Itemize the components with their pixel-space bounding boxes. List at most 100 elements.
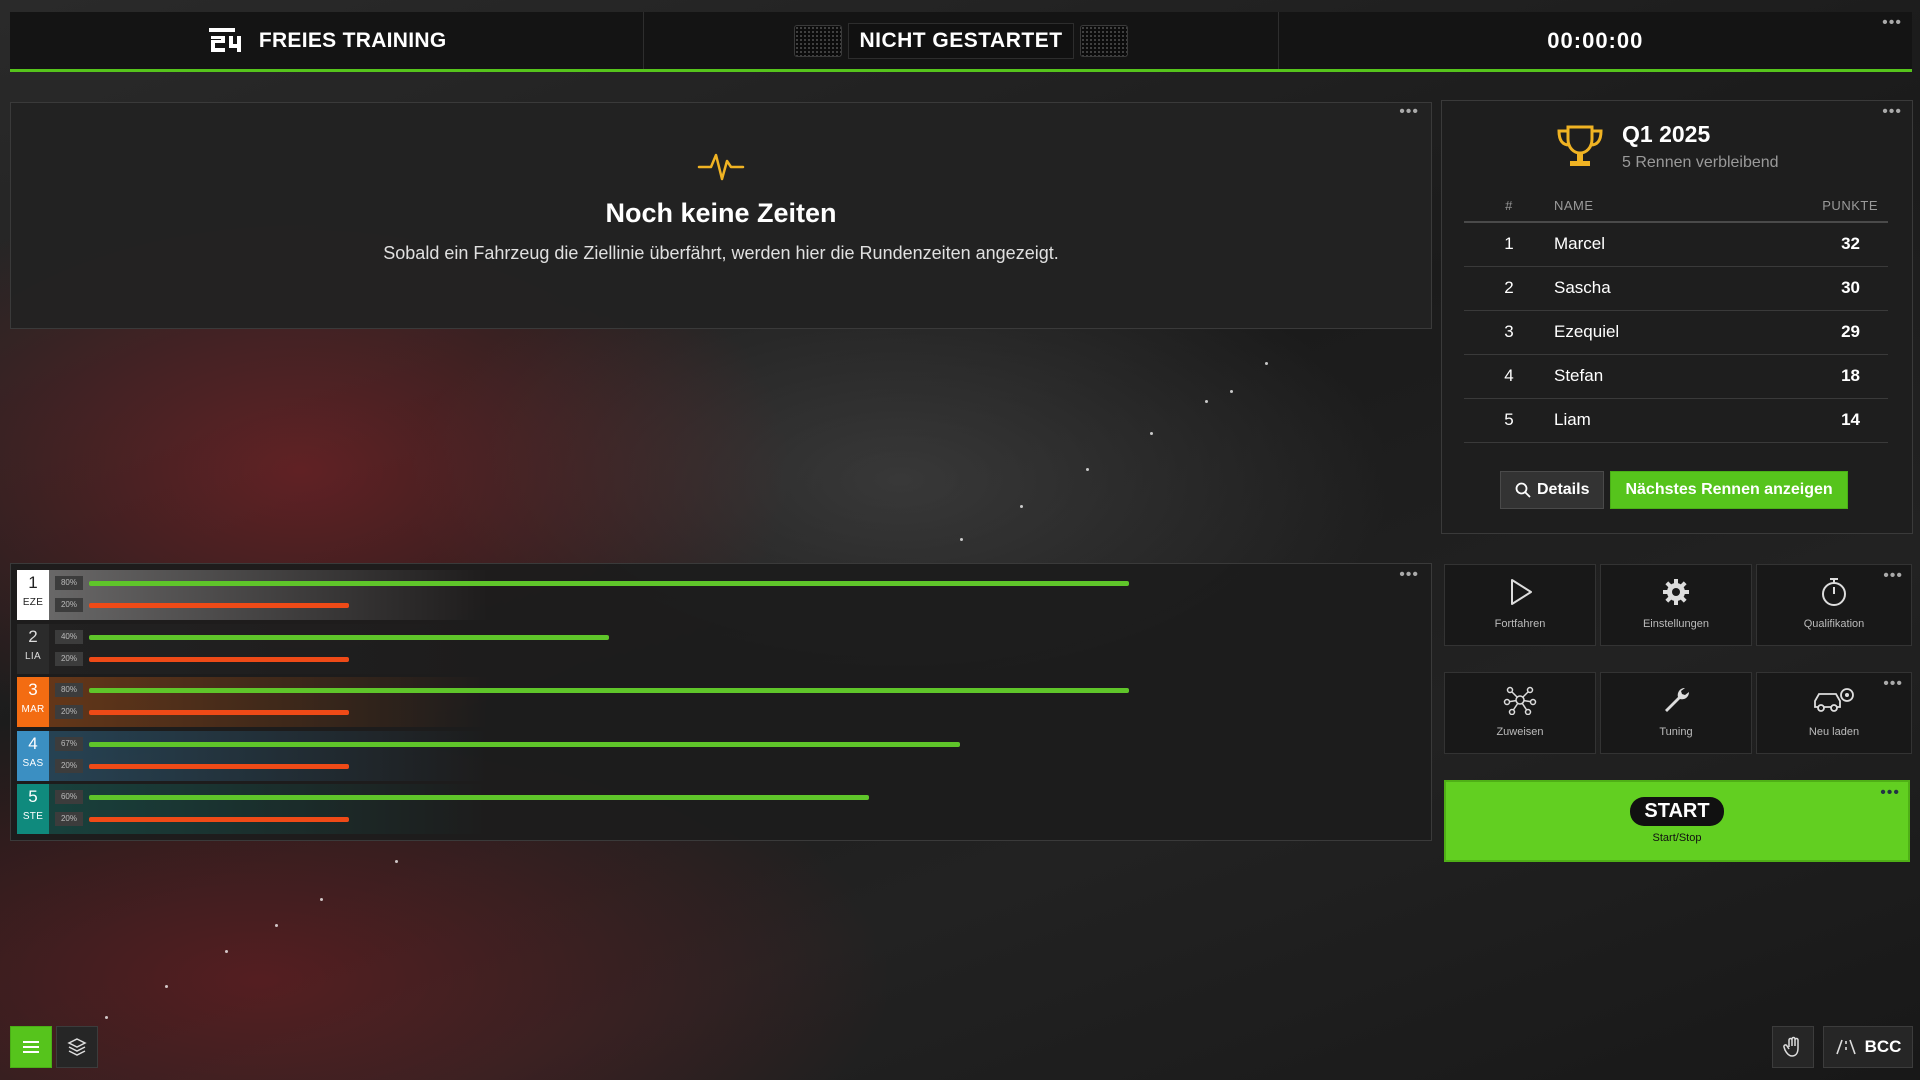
track-light	[960, 538, 963, 541]
driver-progress-panel: ••• 1 EZE 80% 20% 2 LIA 40% 20% 3 MAR 80% 20% 4 SAS 67…	[10, 563, 1432, 841]
settings-label: Einstellungen	[1642, 618, 1710, 630]
red-percent-label: 20%	[55, 758, 83, 773]
more-options-icon[interactable]: •••	[1883, 568, 1903, 584]
row-name: Marcel	[1554, 222, 1721, 267]
start-stop-button[interactable]: ••• START Start/Stop	[1444, 780, 1910, 862]
track-light	[165, 985, 168, 988]
more-options-icon[interactable]: •••	[1883, 676, 1903, 692]
driver-position: 2	[28, 626, 38, 646]
driver-row: 4 SAS 67% 20%	[17, 730, 1417, 781]
track-light	[1230, 390, 1233, 393]
green-progress-fill	[89, 795, 869, 800]
driver-code: EZE	[22, 597, 44, 608]
driver-position-badge: 1 EZE	[17, 570, 49, 620]
details-button[interactable]: Details	[1500, 471, 1605, 509]
row-name: Stefan	[1554, 354, 1721, 399]
driver-code: SAS	[22, 757, 44, 769]
red-progress-fill	[89, 817, 349, 822]
red-progress-fill	[89, 763, 349, 769]
driver-row: 1 EZE 80% 20%	[17, 570, 1417, 620]
red-bar-line: 20%	[55, 757, 1395, 775]
tuning-label: Tuning	[1659, 726, 1693, 738]
driver-position: 3	[28, 680, 38, 699]
session-title: FREIES TRAINING	[258, 28, 447, 52]
row-position: 1	[1464, 222, 1554, 267]
driver-row: 3 MAR 80% 20%	[17, 677, 1417, 727]
driver-position-badge: 2 LIA	[17, 623, 49, 674]
status-cell: NICHT GESTARTET	[644, 12, 1279, 69]
more-options-icon[interactable]: •••	[1882, 104, 1902, 120]
pulse-icon	[697, 153, 745, 181]
row-name: Sascha	[1554, 266, 1721, 311]
row-points: 32	[1720, 222, 1888, 267]
table-row: 2 Sascha 30	[1464, 266, 1888, 311]
reload-button[interactable]: ••• Neu laden	[1756, 672, 1912, 754]
red-bar-line: 20%	[55, 596, 1395, 614]
driver-position: 4	[28, 733, 38, 753]
table-row: 5 Liam 14	[1464, 398, 1888, 443]
play-icon	[1511, 579, 1532, 605]
red-percent-label: 20%	[55, 812, 83, 826]
more-options-icon[interactable]: •••	[1882, 15, 1902, 31]
start-label: START	[1630, 797, 1724, 826]
settings-button[interactable]: Einstellungen	[1600, 564, 1752, 646]
bcc-button[interactable]: BCC	[1823, 1026, 1913, 1068]
green-percent-label: 80%	[55, 683, 83, 697]
next-race-button[interactable]: Nächstes Rennen anzeigen	[1610, 471, 1848, 509]
column-header: NAME	[1554, 190, 1721, 223]
green-percent-label: 60%	[55, 790, 83, 804]
more-options-icon[interactable]: •••	[1880, 785, 1900, 801]
column-header: #	[1464, 190, 1554, 223]
driver-position: 1	[28, 573, 38, 592]
start-sub-label: Start/Stop	[1652, 832, 1702, 844]
driver-code: LIA	[25, 650, 41, 662]
search-icon	[1515, 482, 1531, 498]
row-name: Ezequiel	[1554, 310, 1721, 355]
column-header: PUNKTE	[1720, 190, 1888, 223]
reload-label: Neu laden	[1808, 726, 1860, 738]
green-bar-line: 60%	[55, 788, 1395, 806]
continue-button[interactable]: Fortfahren	[1444, 564, 1596, 646]
qualifying-button[interactable]: ••• Qualifikation	[1756, 564, 1912, 646]
red-bar-line: 20%	[55, 650, 1395, 668]
details-label: Details	[1537, 481, 1590, 498]
car-reload-icon	[1814, 688, 1854, 712]
driver-position-badge: 5 STE	[17, 784, 49, 834]
track-light	[320, 898, 323, 901]
table-row: 3 Ezequiel 29	[1464, 310, 1888, 355]
row-position: 4	[1464, 354, 1554, 399]
green-bar-line: 40%	[55, 628, 1395, 646]
road-icon	[1835, 1039, 1856, 1055]
layers-icon	[67, 1038, 87, 1056]
session-timer: 00:00:00	[1547, 27, 1644, 53]
menu-button[interactable]	[10, 1026, 52, 1068]
empty-state-title: Noch keine Zeiten	[605, 198, 837, 228]
driver-position-badge: 3 MAR	[17, 677, 49, 727]
tuning-button[interactable]: Tuning	[1600, 672, 1752, 754]
driver-code: MAR	[21, 704, 45, 715]
green-progress-fill	[89, 581, 1129, 586]
green-percent-label: 67%	[55, 736, 83, 751]
qualifying-label: Qualifikation	[1803, 618, 1865, 630]
driver-position: 5	[28, 787, 38, 806]
more-options-icon[interactable]: •••	[1399, 104, 1419, 120]
gear-icon	[1663, 579, 1689, 605]
row-points: 30	[1720, 266, 1888, 311]
lap-times-panel: ••• Noch keine Zeiten Sobald ein Fahrzeu…	[10, 102, 1432, 329]
red-percent-label: 20%	[55, 651, 83, 666]
hand-button[interactable]	[1772, 1026, 1814, 1068]
green-percent-label: 40%	[55, 629, 83, 644]
row-points: 18	[1720, 354, 1888, 399]
track-light	[1020, 505, 1023, 508]
empty-state-message: Sobald ein Fahrzeug die Ziellinie überfä…	[383, 243, 1059, 263]
races-remaining: 5 Rennen verbleibend	[1622, 154, 1779, 171]
red-percent-label: 20%	[55, 705, 83, 719]
network-icon	[1503, 686, 1537, 716]
layers-button[interactable]	[56, 1026, 98, 1068]
assign-button[interactable]: Zuweisen	[1444, 672, 1596, 754]
red-progress-fill	[89, 710, 349, 715]
red-bar-line: 20%	[55, 703, 1395, 721]
row-position: 2	[1464, 266, 1554, 311]
wrench-icon	[1665, 687, 1690, 712]
led-matrix-left	[794, 24, 843, 57]
